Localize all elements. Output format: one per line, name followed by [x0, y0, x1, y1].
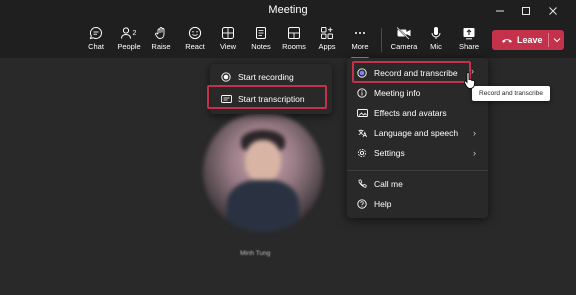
rooms-icon — [288, 27, 300, 39]
apps-icon — [321, 27, 333, 39]
effects-icon — [356, 109, 368, 117]
apps-label: Apps — [318, 42, 336, 51]
help-item[interactable]: Help — [356, 198, 391, 210]
start-recording-item[interactable]: Start recording — [220, 71, 294, 83]
maximize-icon — [522, 7, 530, 15]
mic-button[interactable]: Mic — [421, 25, 451, 57]
title-bar: Meeting — [0, 0, 576, 22]
meeting-info-label: Meeting info — [374, 88, 421, 98]
minimize-button[interactable] — [486, 0, 514, 22]
menu-divider — [347, 170, 488, 171]
call-me-item[interactable]: Call me — [356, 178, 403, 190]
share-label: Share — [458, 42, 479, 51]
share-button[interactable]: Share — [454, 25, 484, 57]
apps-button[interactable]: Apps — [312, 25, 342, 57]
help-label: Help — [374, 199, 392, 209]
share-tray-icon — [463, 28, 475, 40]
people-icon: 2 — [121, 27, 137, 39]
mic-label: Mic — [430, 42, 442, 51]
start-transcription-highlight — [207, 85, 327, 109]
camera-button[interactable]: Camera — [389, 25, 419, 57]
tooltip: Record and transcribe — [472, 86, 550, 101]
maximize-button[interactable] — [512, 0, 540, 22]
react-button[interactable]: React — [180, 25, 210, 57]
chevron-right-icon: › — [473, 128, 476, 138]
chevron-right-icon: › — [473, 148, 476, 158]
participant-avatar — [203, 112, 323, 232]
start-recording-label: Start recording — [238, 72, 294, 82]
more-label: More — [351, 42, 369, 51]
more-dots-icon — [355, 32, 365, 34]
record-icon — [221, 72, 231, 82]
people-button[interactable]: 2 People — [114, 25, 144, 57]
rooms-label: Rooms — [282, 42, 306, 51]
grid-view-icon — [222, 27, 234, 39]
more-button[interactable]: More — [345, 25, 375, 59]
view-label: View — [219, 42, 237, 51]
hand-icon — [155, 27, 165, 39]
participant-name: Minh Tung — [240, 250, 271, 257]
info-icon — [357, 88, 367, 98]
effects-and-avatars-label: Effects and avatars — [374, 108, 447, 118]
raise-hand-button[interactable]: Raise — [146, 25, 176, 57]
hand-pointer-cursor-icon — [464, 72, 475, 89]
view-button[interactable]: View — [213, 25, 243, 57]
react-label: React — [185, 42, 205, 51]
notes-label: Notes — [251, 42, 271, 51]
help-icon — [357, 199, 367, 209]
leave-main-button[interactable]: Leave — [492, 30, 548, 50]
close-icon — [549, 7, 557, 15]
minimize-icon — [496, 10, 504, 12]
toolbar-divider — [381, 28, 382, 52]
language-and-speech-label: Language and speech — [374, 128, 459, 138]
language-and-speech-item[interactable]: Language and speech — [356, 127, 458, 139]
meeting-info-item[interactable]: Meeting info — [356, 87, 420, 99]
rooms-button[interactable]: Rooms — [279, 25, 309, 57]
leave-button[interactable]: Leave — [492, 30, 564, 50]
meeting-toolbar: Chat 2 People Raise React View Notes Roo… — [0, 22, 576, 59]
camera-label: Camera — [390, 42, 418, 51]
chevron-down-icon — [553, 38, 560, 43]
notes-icon — [256, 27, 266, 39]
phone-hangup-icon — [502, 39, 512, 43]
close-button[interactable] — [539, 0, 567, 22]
camera-off-icon — [396, 26, 411, 40]
leave-label: Leave — [517, 35, 543, 45]
smiley-icon — [188, 26, 202, 40]
chat-button[interactable]: Chat — [81, 25, 111, 57]
chevron-right-icon: › — [471, 66, 474, 76]
settings-item[interactable]: Settings — [356, 147, 405, 159]
people-count: 2 — [133, 30, 137, 37]
record-and-transcribe-highlight — [352, 61, 471, 83]
effects-and-avatars-item[interactable]: Effects and avatars — [356, 107, 447, 119]
leave-options-button[interactable] — [549, 30, 564, 50]
microphone-icon — [431, 27, 441, 39]
raise-label: Raise — [151, 42, 171, 51]
phone-icon — [358, 179, 367, 188]
chat-icon — [89, 26, 102, 40]
people-label: People — [117, 42, 141, 51]
chat-label: Chat — [88, 42, 104, 51]
settings-label: Settings — [374, 148, 405, 158]
notes-button[interactable]: Notes — [246, 25, 276, 57]
gear-icon — [357, 148, 367, 158]
call-me-label: Call me — [374, 179, 403, 189]
language-icon — [358, 129, 367, 138]
